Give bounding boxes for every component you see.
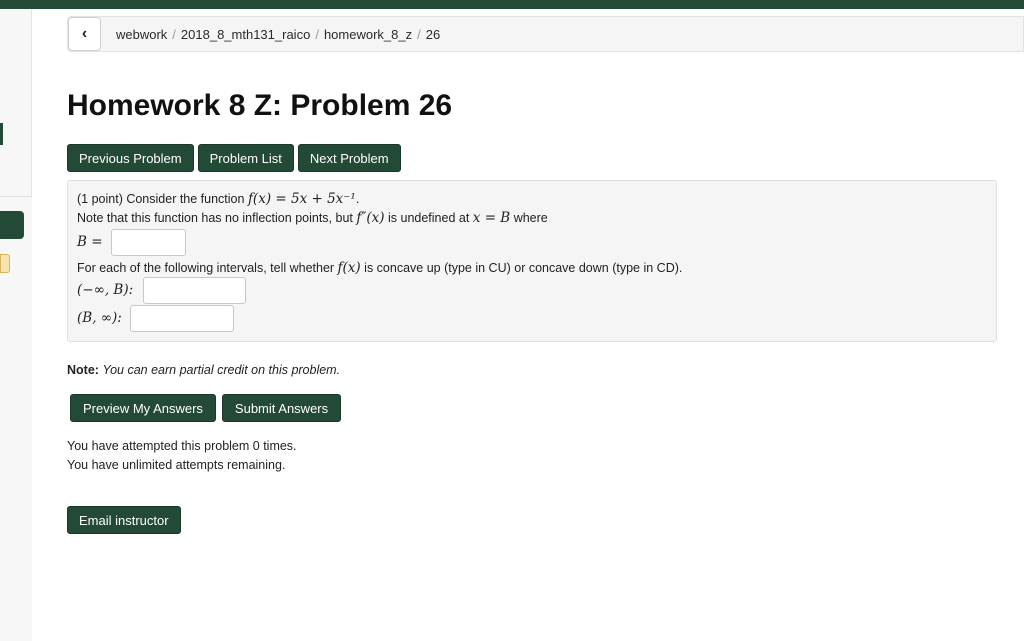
- sidebar-tab[interactable]: [0, 211, 24, 239]
- attempts-info: You have attempted this problem 0 times.…: [67, 437, 297, 475]
- inflection-text-middle: is undefined at: [384, 211, 473, 225]
- breadcrumb-trail: webwork / 2018_8_mth131_raico / homework_8_z…: [116, 27, 440, 42]
- page-title: Homework 8 Z: Problem 26: [67, 89, 453, 122]
- previous-problem-button[interactable]: Previous Problem: [67, 144, 194, 172]
- email-section: Email instructor: [67, 506, 181, 534]
- problem-list-button[interactable]: Problem List: [197, 144, 294, 172]
- interval1-label: (−∞, B):: [77, 282, 133, 298]
- problem-inflection-note: Note that this function has no inflectio…: [77, 210, 548, 226]
- inflection-text-end: where: [510, 211, 548, 225]
- breadcrumb-separator: /: [172, 27, 176, 42]
- next-problem-button[interactable]: Next Problem: [297, 144, 401, 172]
- b-label: B =: [77, 234, 103, 250]
- note-text: You can earn partial credit on this prob…: [102, 363, 341, 377]
- email-instructor-button[interactable]: Email instructor: [67, 506, 181, 534]
- problem-intro: (1 point) Consider the function f(x) = 5…: [77, 191, 359, 207]
- note-label: Note:: [67, 363, 99, 377]
- second-derivative-formula: f″(x): [356, 210, 385, 226]
- concavity-function: f(x): [337, 260, 361, 276]
- function-formula: f(x) = 5x + 5x⁻¹: [247, 191, 356, 207]
- breadcrumb-item-problem: 26: [425, 27, 441, 42]
- preview-answers-button[interactable]: Preview My Answers: [70, 394, 216, 422]
- answer-actions: Preview My Answers Submit Answers: [70, 394, 342, 422]
- interval2-label: (B, ∞):: [77, 310, 122, 326]
- attempts-count-text: You have attempted this problem 0 times.: [67, 439, 297, 453]
- intro-text: (1 point) Consider the function: [77, 192, 248, 206]
- submit-answers-button[interactable]: Submit Answers: [221, 394, 342, 422]
- problem-body: (1 point) Consider the function f(x) = 5…: [67, 180, 997, 342]
- breadcrumb-item-set[interactable]: homework_8_z: [324, 27, 412, 42]
- breadcrumb-separator: /: [315, 27, 319, 42]
- concavity-text: For each of the following intervals, tel…: [77, 261, 338, 275]
- interval2-text: (B, ∞):: [77, 310, 122, 326]
- breadcrumb-separator: /: [417, 27, 421, 42]
- problem-nav: Previous Problem Problem List Next Probl…: [67, 144, 401, 172]
- interval2-answer-input[interactable]: [130, 305, 234, 332]
- sidebar-chip[interactable]: [0, 254, 10, 273]
- chevron-left-icon: ‹: [81, 25, 88, 42]
- x-equals-b-formula: x = B: [472, 210, 511, 226]
- interval1-answer-input[interactable]: [143, 277, 246, 304]
- inflection-text: Note that this function has no inflectio…: [77, 211, 357, 225]
- b-answer-input[interactable]: [111, 229, 186, 256]
- breadcrumb: ‹ webwork / 2018_8_mth131_raico / homework_8…: [67, 16, 1024, 52]
- back-button[interactable]: ‹: [68, 17, 101, 51]
- intro-period: .: [355, 192, 360, 206]
- breadcrumb-item-course[interactable]: 2018_8_mth131_raico: [181, 27, 310, 42]
- interval1-text: (−∞, B):: [77, 282, 134, 298]
- sidebar-active-marker: [0, 123, 3, 145]
- breadcrumb-item-webwork[interactable]: webwork: [116, 27, 167, 42]
- concavity-text-end: is concave up (type in CU) or concave do…: [360, 261, 683, 275]
- concavity-instructions: For each of the following intervals, tel…: [77, 260, 682, 276]
- partial-credit-note: Note: You can earn partial credit on thi…: [67, 363, 340, 377]
- attempts-remaining-text: You have unlimited attempts remaining.: [67, 458, 286, 472]
- top-banner: [0, 0, 1024, 9]
- b-label-text: B =: [77, 234, 103, 250]
